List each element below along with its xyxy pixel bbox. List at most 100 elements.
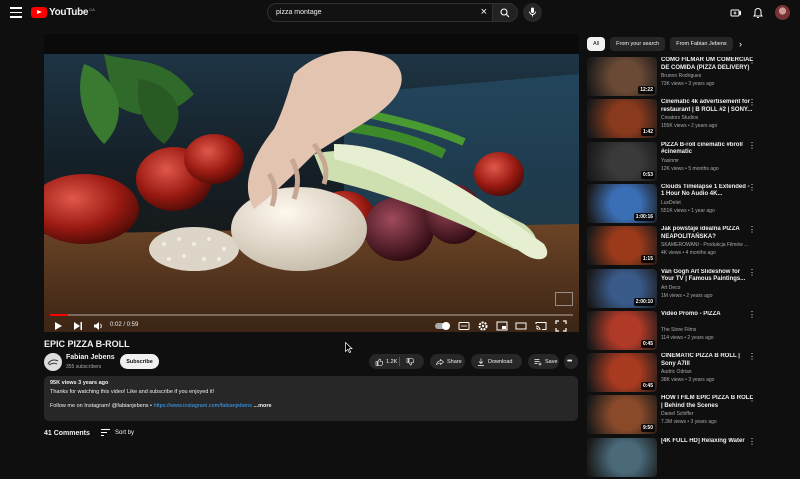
more-options-icon[interactable]: ⋮ — [748, 226, 756, 234]
recommendation-title[interactable]: HOW I FILM EPIC PIZZA B ROLL | Behind th… — [661, 395, 753, 410]
recommendation-channel[interactable]: Daniel Schiffer — [661, 411, 693, 417]
video-player[interactable]: 0:02 / 0:59 — [44, 34, 579, 332]
video-duration: 0:45 — [640, 382, 655, 391]
recommendation-meta: 155K views • 2 years ago — [661, 123, 718, 130]
download-button[interactable]: Download — [471, 354, 522, 369]
recommendation-item[interactable]: 0:45 CINEMATIC PIZZA B ROLL | Sony A7III A… — [587, 353, 787, 394]
more-options-icon[interactable]: ⋮ — [748, 141, 756, 150]
channel-watermark-icon[interactable] — [555, 292, 573, 306]
share-button[interactable]: Share — [430, 354, 465, 369]
cast-icon[interactable] — [535, 320, 547, 332]
recommendation-title[interactable]: [4K FULL HD] Relaxing Water — [661, 438, 753, 446]
create-icon[interactable] — [730, 7, 742, 19]
recommendation-title[interactable]: Jak powstaje idealna PIZZA NEAPOLITAŃSKA… — [661, 226, 753, 241]
video-thumbnail[interactable]: 0:45 — [587, 353, 657, 393]
view-count-date: 95K views 3 years ago — [50, 380, 109, 386]
more-options-icon[interactable]: ⋮ — [748, 183, 756, 192]
progress-fill — [50, 314, 68, 316]
recommendation-item[interactable]: 1:00:16 Clouds Timelapse 1 Extended - 1 H… — [587, 183, 787, 225]
recommendation-channel[interactable]: Audric Odrian — [661, 369, 692, 375]
video-thumbnail[interactable]: 12:22 — [587, 57, 657, 96]
recommendation-title[interactable]: COMO FILMAR UM COMERCIAL DE COMIDA (PIZZ… — [661, 57, 753, 72]
subscribe-button[interactable]: Subscribe — [120, 354, 159, 369]
recommendation-title[interactable]: Van Gogh Art Slideshow for Your TV | Fam… — [661, 269, 753, 284]
chip-from-your-search[interactable]: From your search — [610, 37, 666, 51]
recommendation-channel[interactable]: The Store Films — [661, 327, 696, 333]
fullscreen-icon[interactable] — [555, 320, 567, 332]
mouse-cursor-icon — [345, 342, 353, 353]
recommendation-item[interactable]: 0:45 Video Promo - PIZZA The Store Films 11… — [587, 310, 787, 352]
instagram-link[interactable]: https://www.instagram.com/fabianjebens — [154, 403, 252, 409]
time-display: 0:02 / 0:59 — [110, 322, 139, 328]
recommendation-item[interactable]: [4K FULL HD] Relaxing Water ⋮ — [587, 437, 787, 479]
dislike-icon[interactable] — [406, 358, 414, 366]
voice-search-button[interactable] — [523, 3, 542, 22]
recommendation-item[interactable]: 9:50 HOW I FILM EPIC PIZZA B ROLL | Behin… — [587, 395, 787, 436]
video-duration: 9:50 — [640, 424, 655, 433]
video-thumbnail[interactable]: 2:00:10 — [587, 268, 657, 308]
channel-avatar[interactable] — [44, 353, 62, 371]
video-thumbnail[interactable]: 1:00:16 — [587, 183, 657, 223]
recommendation-channel[interactable]: Creators Studios — [661, 115, 698, 121]
clear-search-icon[interactable]: × — [481, 7, 487, 18]
recommendation-item[interactable]: 1:15 Jak powstaje idealna PIZZA NEAPOLITA… — [587, 226, 787, 267]
video-thumbnail[interactable]: 1:15 — [587, 226, 657, 266]
progress-bar[interactable] — [50, 314, 573, 316]
save-button[interactable]: Save — [528, 354, 559, 369]
recommendation-item[interactable]: 2:00:10 Van Gogh Art Slideshow for Your T… — [587, 268, 787, 310]
more-options-icon[interactable]: ⋮ — [748, 99, 756, 107]
theater-mode-icon[interactable] — [515, 320, 527, 332]
menu-icon[interactable] — [10, 7, 22, 19]
recommendation-title[interactable]: Clouds Timelapse 1 Extended - 1 Hour No … — [661, 184, 753, 199]
sort-label: Sort by — [115, 429, 135, 436]
channel-name[interactable]: Fabian Jebens — [66, 354, 115, 361]
video-frame[interactable] — [44, 34, 579, 332]
more-actions-button[interactable]: ••• — [564, 354, 578, 369]
more-options-icon[interactable]: ⋮ — [748, 310, 756, 319]
search-button[interactable] — [492, 3, 518, 22]
video-thumbnail[interactable] — [587, 437, 657, 477]
recommendation-meta: 38K views • 3 years ago — [661, 377, 715, 384]
description-box[interactable]: 95K views 3 years ago Thanks for watchin… — [44, 376, 578, 421]
more-options-icon[interactable]: ⋮ — [748, 353, 756, 361]
video-thumbnail[interactable]: 9:50 — [587, 395, 657, 435]
recommendation-item[interactable]: 0:53 PIZZA B-roll cinematic #broll #cinem… — [587, 141, 787, 183]
chip-from-channel[interactable]: From Fabian Jebens — [670, 37, 733, 51]
more-options-icon[interactable]: ⋮ — [748, 268, 756, 277]
like-count[interactable]: 1.2K — [386, 359, 397, 365]
autoplay-toggle[interactable] — [435, 322, 450, 330]
youtube-logo[interactable]: YouTube CA — [31, 7, 95, 18]
share-label: Share — [447, 358, 462, 365]
next-icon[interactable] — [72, 320, 84, 332]
chip-all[interactable]: All — [587, 37, 606, 51]
recommendation-title[interactable]: Video Promo - PIZZA — [661, 311, 753, 319]
recommendation-channel[interactable]: Art Deco — [661, 285, 680, 291]
miniplayer-icon[interactable] — [496, 320, 508, 332]
recommendation-title[interactable]: PIZZA B-roll cinematic #broll #cinematic — [661, 142, 753, 157]
video-thumbnail[interactable]: 0:53 — [587, 141, 657, 181]
search-input[interactable]: pizza montage × — [267, 3, 493, 22]
chevron-right-icon[interactable]: › — [739, 39, 742, 49]
captions-icon[interactable] — [458, 320, 470, 332]
recommendation-channel[interactable]: SKAMEROWANI - Produkcja Filmów ... — [661, 242, 748, 248]
more-options-icon[interactable]: ⋮ — [748, 395, 756, 403]
recommendation-title[interactable]: Cinematic 4k advertisement for restauran… — [661, 99, 753, 114]
more-options-icon[interactable]: ⋮ — [748, 57, 756, 65]
recommendation-channel[interactable]: Yasinmr — [661, 158, 679, 164]
recommendation-item[interactable]: 1:42 Cinematic 4k advertisement for resta… — [587, 99, 787, 140]
volume-icon[interactable] — [92, 320, 104, 332]
account-avatar[interactable] — [775, 5, 790, 20]
recommendation-channel[interactable]: Brunno Rodrigues — [661, 73, 701, 79]
video-thumbnail[interactable]: 0:45 — [587, 310, 657, 350]
more-options-icon[interactable]: ⋮ — [748, 437, 756, 446]
sort-comments-button[interactable]: Sort by — [101, 429, 134, 436]
video-thumbnail[interactable]: 1:42 — [587, 99, 657, 139]
show-more-link[interactable]: ...more — [253, 403, 271, 409]
recommendation-item[interactable]: 12:22 COMO FILMAR UM COMERCIAL DE COMIDA … — [587, 57, 787, 98]
like-icon[interactable] — [375, 358, 383, 366]
recommendation-channel[interactable]: LuxDelet — [661, 200, 681, 206]
settings-gear-icon[interactable] — [477, 320, 489, 332]
recommendation-title[interactable]: CINEMATIC PIZZA B ROLL | Sony A7III — [661, 353, 753, 368]
play-icon[interactable] — [52, 320, 64, 332]
notifications-bell-icon[interactable] — [752, 7, 764, 19]
